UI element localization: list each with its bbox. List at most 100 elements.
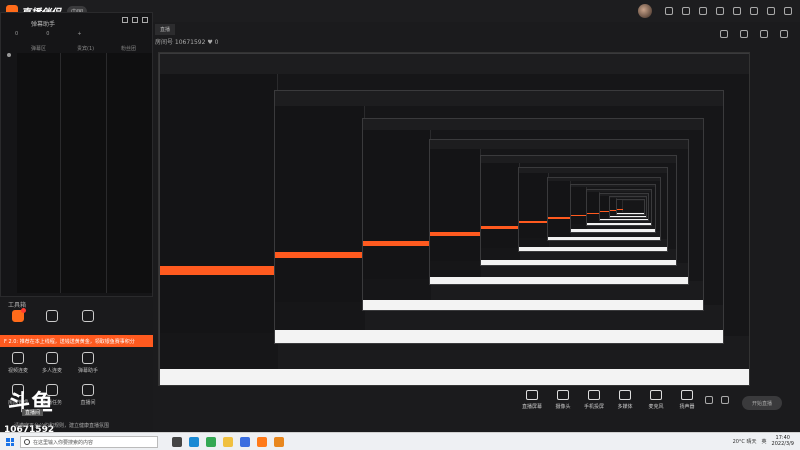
tab-live[interactable]: 直播 (155, 24, 176, 35)
phone-cast-icon (588, 390, 600, 400)
frame-ticker (363, 240, 432, 246)
frame-taskbar (570, 229, 656, 232)
frame-ticker (275, 251, 366, 259)
tool-danmaku-helper[interactable]: 弹幕助手 (70, 352, 106, 374)
control-media[interactable]: 多媒体 (608, 390, 642, 410)
popup-tab[interactable]: + (77, 31, 81, 37)
settings-icon[interactable] (699, 7, 707, 15)
app-orange2-icon[interactable] (274, 437, 284, 447)
gift-box-icon[interactable] (720, 30, 728, 38)
popup-tabs: 0 0 + (15, 31, 82, 37)
clock[interactable]: 17:40 2022/3/9 (772, 435, 794, 447)
notification-dot (21, 308, 26, 313)
tool-user[interactable] (34, 310, 70, 322)
frame-taskbar (480, 259, 677, 266)
message-icon[interactable] (665, 7, 673, 15)
task-view-icon[interactable] (172, 437, 182, 447)
gift-icon (12, 308, 26, 322)
popup-tab[interactable]: 0 (15, 31, 18, 37)
popup-close-icon[interactable] (142, 17, 148, 23)
frame-sidebar (275, 105, 366, 303)
system-tray: 20°C 晴天 英 17:40 2022/3/9 (733, 435, 794, 447)
video-call-icon (12, 352, 24, 364)
screen-icon (526, 390, 538, 400)
control-screen[interactable]: 直播屏幕 (515, 390, 549, 410)
frame-taskbar (587, 223, 652, 226)
avatar[interactable] (638, 4, 652, 18)
frame-ticker (570, 214, 588, 216)
frame-taskbar (363, 300, 704, 310)
tool-live-room[interactable]: 直播间 (70, 384, 106, 406)
minimize-icon[interactable] (750, 7, 758, 15)
frame-sidebar (363, 130, 432, 280)
popup-tab[interactable]: 0 (46, 31, 49, 37)
weather[interactable]: 20°C 晴天 (733, 438, 757, 445)
frame-taskbar (519, 246, 668, 251)
search-placeholder: 在这里输入你要搜索的内容 (33, 440, 94, 446)
menu-icon[interactable] (733, 7, 741, 15)
more-icon[interactable] (721, 396, 729, 404)
column-header[interactable]: 粉丝团 (121, 45, 136, 52)
control-mic[interactable]: 麦克风 (639, 390, 673, 410)
control-label: 直播屏幕 (521, 404, 542, 410)
live-room-icon (82, 384, 94, 396)
control-phone-cast[interactable]: 手机投屏 (577, 390, 611, 410)
fans-column (107, 53, 153, 293)
mail-icon[interactable] (682, 7, 690, 15)
frame-ticker (160, 266, 278, 275)
control-camera[interactable]: 摄像头 (546, 390, 580, 410)
tool-video-call[interactable]: 视频连麦 (0, 352, 36, 374)
live-preview[interactable] (158, 52, 750, 386)
header-actions (720, 30, 788, 38)
maximize-icon[interactable] (767, 7, 775, 15)
search-icon (24, 439, 30, 445)
edge-icon[interactable] (189, 437, 199, 447)
tool-bag[interactable] (70, 310, 106, 322)
pin-icon[interactable] (122, 17, 128, 23)
tool-gift[interactable] (0, 308, 36, 322)
frame-taskbar (617, 213, 645, 214)
tool-multi-call[interactable]: 多人连麦 (34, 352, 70, 374)
chrome-icon[interactable] (206, 437, 216, 447)
frame-sidebar (429, 148, 482, 262)
frame-sidebar (480, 162, 520, 248)
close-icon[interactable] (784, 7, 792, 15)
record-icon[interactable] (705, 396, 713, 404)
notice-ticker[interactable]: F 2.0: 推荐在本上线程，送钱送黄黄金，领取银鱼赛事积分 (0, 335, 153, 347)
tool-label: 多人连麦 (41, 368, 62, 374)
explorer-icon[interactable] (223, 437, 233, 447)
frame-sidebar (570, 187, 588, 225)
share-icon[interactable] (780, 30, 788, 38)
window-controls (638, 4, 792, 18)
room-info: 房间号 10671592 ♥ 0 (155, 39, 219, 46)
frame-sidebar (519, 173, 549, 238)
control-label: 手机投屏 (583, 404, 604, 410)
start-live-button[interactable]: 开始直播 (742, 396, 782, 410)
stream-controls: 直播屏幕 摄像头 手机投屏 多媒体 麦克风 扬声器 开始直播 (153, 386, 800, 432)
frame-taskbar (610, 215, 647, 217)
app-orange-icon[interactable] (257, 437, 267, 447)
column-header[interactable]: 贵宾(1) (77, 45, 94, 52)
skin-icon[interactable] (716, 7, 724, 15)
lock-icon[interactable] (740, 30, 748, 38)
control-label: 麦克风 (648, 404, 664, 410)
taskbar-search[interactable]: 在这里输入你要搜索的内容 (20, 436, 158, 448)
main-header: 直播 房间号 10671592 ♥ 0 (153, 22, 800, 52)
speaker-icon (681, 390, 693, 400)
windows-start-icon[interactable] (6, 438, 14, 446)
control-speaker[interactable]: 扬声器 (670, 390, 704, 410)
home-icon[interactable] (760, 30, 768, 38)
tool-label: 弹幕助手 (77, 368, 98, 374)
column-header[interactable]: 弹幕区 (31, 45, 46, 52)
frame-ticker (587, 212, 601, 214)
bag-icon (82, 310, 94, 322)
lock-icon[interactable] (132, 17, 138, 23)
media-icon (619, 390, 631, 400)
eye-icon[interactable] (7, 53, 11, 57)
frame-sidebar (160, 73, 278, 333)
camera-icon (557, 390, 569, 400)
ime-indicator[interactable]: 英 (762, 438, 767, 445)
frame-header (429, 139, 688, 149)
frame-taskbar (160, 369, 749, 385)
store-icon[interactable] (240, 437, 250, 447)
